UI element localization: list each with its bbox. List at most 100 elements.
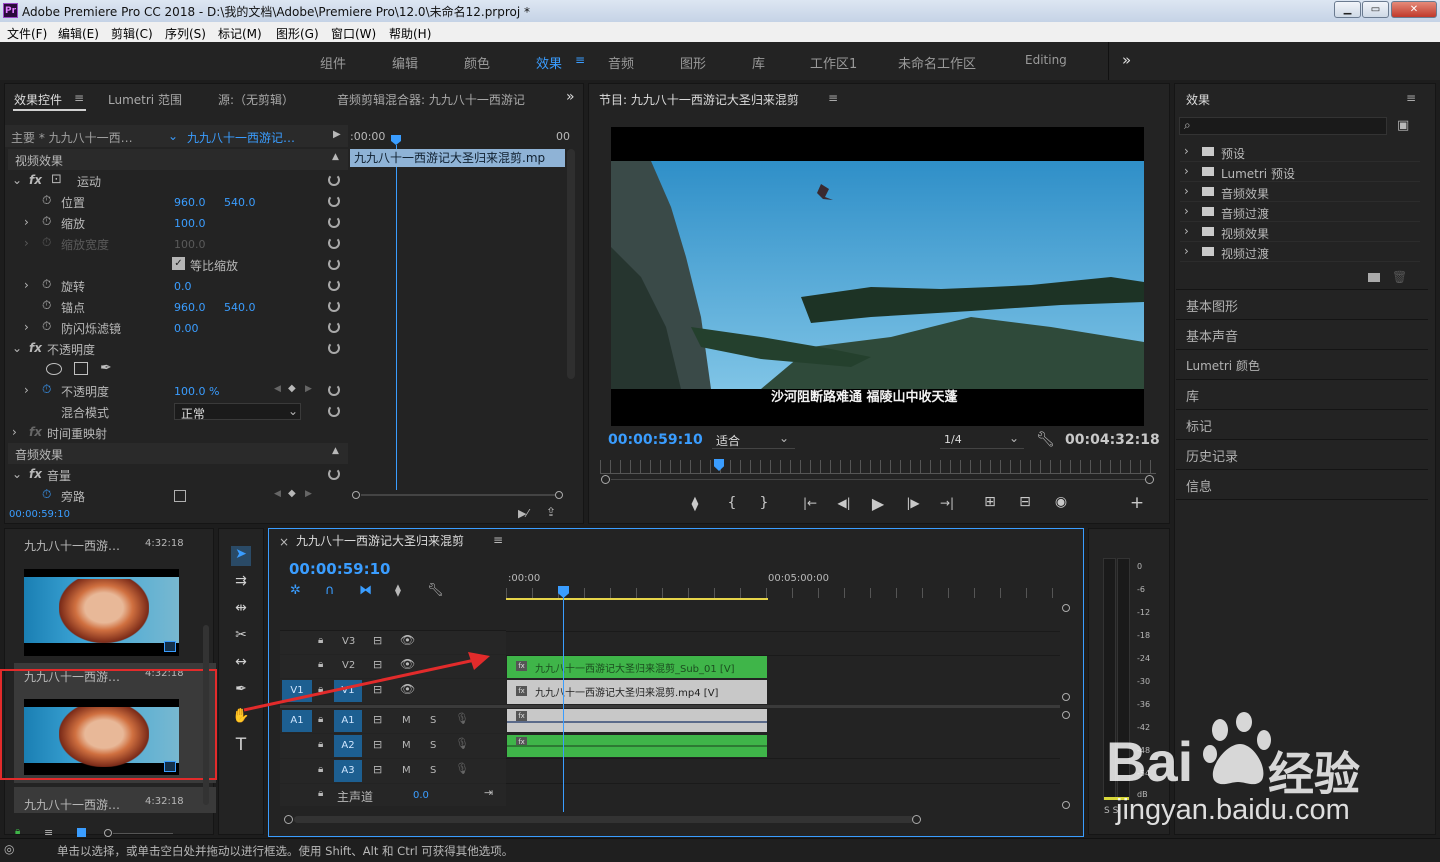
track-target-a2[interactable]: A2 — [334, 735, 362, 757]
zoom-handle-right[interactable] — [912, 815, 921, 824]
tab-menu-icon[interactable]: ≡ — [74, 91, 84, 105]
zoom-slider-handle[interactable] — [104, 829, 112, 837]
sequence-clip-label[interactable]: 九九八十一西游记… — [187, 129, 295, 146]
stopwatch-icon[interactable]: ⏱ — [42, 277, 51, 292]
expand-right-icon[interactable]: › — [1184, 224, 1189, 238]
go-to-out-icon[interactable]: →| — [937, 496, 957, 510]
next-keyframe-icon[interactable]: ▶ — [305, 384, 312, 394]
stopwatch-active-icon[interactable]: ⏱ — [42, 487, 51, 502]
expand-right-icon[interactable]: › — [1184, 204, 1189, 218]
rotation-value[interactable]: 0.0 — [174, 280, 192, 293]
close-button[interactable]: ✕ — [1391, 1, 1437, 18]
sync-lock-icon[interactable]: ⊟ — [373, 763, 382, 776]
more-tabs-icon[interactable]: » — [566, 89, 575, 105]
expand-chevron-icon[interactable]: ⌄ — [12, 467, 22, 481]
position-y-value[interactable]: 540.0 — [224, 196, 256, 209]
reset-icon[interactable] — [328, 216, 340, 228]
menu-marker[interactable]: 标记(M) — [218, 25, 262, 42]
reset-icon[interactable] — [328, 468, 340, 480]
linked-selection-icon[interactable]: ⧓ — [359, 583, 372, 598]
ec-zoom-scrollbar[interactable] — [352, 491, 564, 499]
next-keyframe-icon[interactable]: ▶ — [305, 489, 312, 499]
minimize-button[interactable]: ▁ — [1334, 1, 1361, 18]
reset-icon[interactable] — [328, 321, 340, 333]
reset-icon[interactable] — [328, 342, 340, 354]
effects-folder-video-transitions[interactable]: › 视频过渡 — [1180, 242, 1420, 262]
stopwatch-active-icon[interactable]: ⏱ — [42, 382, 51, 397]
clip-main-v1[interactable]: fx 九九八十一西游记大圣归来混剪.mp4 [V] — [507, 680, 767, 704]
step-back-icon[interactable]: ◀| — [834, 496, 854, 510]
mute-button[interactable]: M — [402, 765, 411, 776]
add-marker-icon[interactable]: ⧫ — [395, 583, 401, 597]
menu-file[interactable]: 文件(F) — [7, 25, 47, 42]
zoom-handle-right[interactable] — [555, 491, 563, 499]
wrench-icon[interactable]: 🔧︎ — [427, 583, 444, 598]
workspace-tab-unnamed[interactable]: 未命名工作区 — [898, 53, 976, 72]
workspace-menu-icon[interactable]: ≡ — [575, 53, 585, 67]
ec-clip-bar[interactable]: 九九八十一西游记大圣归来混剪.mp — [350, 149, 565, 167]
reset-icon[interactable] — [328, 237, 340, 249]
program-title[interactable]: 节目: 九九八十一西游记大圣归来混剪 — [599, 91, 799, 108]
expand-right-icon[interactable]: › — [1184, 184, 1189, 198]
motion-row[interactable]: ⌄ fx ⊡ 运动 — [8, 170, 348, 191]
expand-right-icon[interactable]: › — [24, 215, 29, 229]
snap-icon[interactable]: ∩ — [325, 583, 335, 598]
lock-icon[interactable]: 🔒︎ — [318, 635, 323, 646]
ec-timecode[interactable]: 00:00:59:10 — [9, 509, 70, 520]
eye-icon[interactable]: 👁︎ — [400, 633, 415, 647]
add-marker-icon[interactable]: ⧫ — [686, 496, 704, 512]
reset-icon[interactable] — [328, 195, 340, 207]
zoom-handle-left[interactable] — [601, 475, 610, 484]
panel-essential-graphics[interactable]: 基本图形 — [1186, 296, 1238, 315]
razor-tool-icon[interactable]: ✂ — [231, 627, 251, 647]
maximize-button[interactable]: ▭ — [1362, 1, 1389, 18]
zoom-handle-left[interactable] — [284, 815, 293, 824]
expand-right-icon[interactable]: › — [24, 320, 29, 334]
solo-button[interactable]: S — [430, 765, 436, 776]
more-workspaces-icon[interactable]: » — [1122, 51, 1131, 69]
prev-keyframe-icon[interactable]: ◀ — [274, 384, 281, 394]
reset-icon[interactable] — [328, 405, 340, 417]
lock-icon[interactable]: 🔒︎ — [15, 826, 20, 837]
lock-icon[interactable]: 🔒︎ — [318, 739, 323, 750]
anchor-y-value[interactable]: 540.0 — [224, 301, 256, 314]
expand-right-icon[interactable]: › — [24, 383, 29, 397]
master-clip-label[interactable]: 主要 * 九九八十一西… — [11, 129, 133, 146]
program-zoom-bar[interactable] — [601, 475, 1155, 484]
zoom-slider[interactable] — [113, 833, 173, 834]
extract-icon[interactable]: ⊟ — [1016, 494, 1034, 510]
volume-row[interactable]: ⌄ fx 音量 — [8, 464, 348, 485]
workspace-tab-editing[interactable]: 编辑 — [392, 53, 418, 72]
track-select-tool-icon[interactable]: ⇉ — [231, 573, 251, 593]
workspace-tab-workspace1[interactable]: 工作区1 — [810, 53, 857, 72]
menu-edit[interactable]: 编辑(E) — [58, 25, 99, 42]
v-scroll-handle[interactable] — [1062, 711, 1070, 719]
panel-menu-icon[interactable]: ≡ — [1406, 91, 1416, 105]
timeline-close-icon[interactable]: × — [279, 535, 289, 549]
new-folder-icon[interactable] — [1368, 273, 1380, 282]
meter-solo-buttons[interactable]: S S — [1104, 806, 1118, 816]
scale-value[interactable]: 100.0 — [174, 217, 206, 230]
panel-lumetri-color[interactable]: Lumetri 颜色 — [1186, 357, 1260, 374]
clip-audio-a1[interactable]: fx — [507, 709, 767, 732]
timeline-title[interactable]: 九九八十一西游记大圣归来混剪 — [296, 532, 464, 549]
lock-icon[interactable]: 🔒︎ — [318, 764, 323, 775]
project-scrollbar[interactable] — [203, 625, 209, 805]
stopwatch-icon[interactable]: ⏱ — [42, 298, 51, 313]
v-scroll-handle[interactable] — [1062, 604, 1070, 612]
lock-icon[interactable]: 🔒︎ — [318, 788, 323, 799]
zoom-handle-right[interactable] — [1145, 475, 1154, 484]
effects-folder-audio-transitions[interactable]: › 音频过渡 — [1180, 202, 1420, 222]
effects-folder-presets[interactable]: › 预设 — [1180, 142, 1420, 162]
panel-markers[interactable]: 标记 — [1186, 416, 1212, 435]
opacity-group-row[interactable]: ⌄ fx 不透明度 — [8, 338, 348, 359]
menu-window[interactable]: 窗口(W) — [331, 25, 376, 42]
ec-vertical-scrollbar[interactable] — [567, 149, 575, 379]
program-timecode[interactable]: 00:00:59:10 — [608, 432, 703, 448]
workspace-tab-color[interactable]: 颜色 — [464, 53, 490, 72]
go-to-in-icon[interactable]: |← — [800, 496, 820, 510]
menu-sequence[interactable]: 序列(S) — [165, 25, 206, 42]
add-keyframe-icon[interactable]: ◆ — [288, 488, 296, 499]
panel-info[interactable]: 信息 — [1186, 476, 1212, 495]
reset-icon[interactable] — [328, 174, 340, 186]
